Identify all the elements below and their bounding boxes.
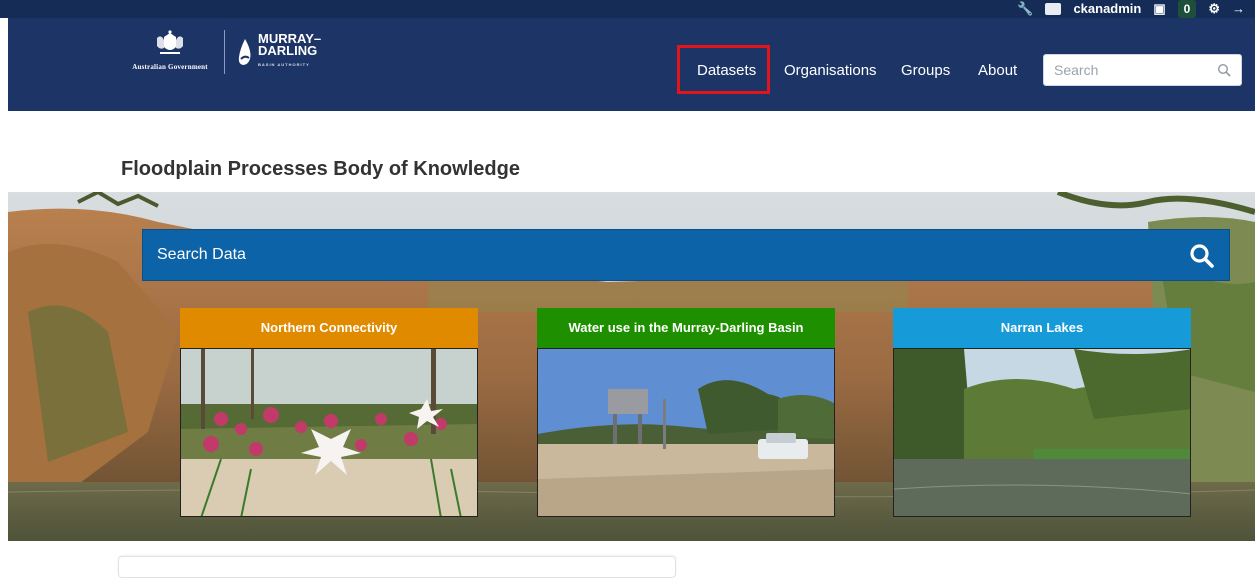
gov-logo-text: Australian Government — [132, 63, 208, 71]
card-title[interactable]: Northern Connectivity — [180, 308, 478, 348]
card-title[interactable]: Water use in the Murray-Darling Basin — [537, 308, 835, 348]
avatar[interactable] — [1045, 3, 1062, 15]
australian-government-logo[interactable]: Australian Government — [120, 30, 220, 74]
logout-icon[interactable]: → — [1232, 0, 1245, 18]
mdba-logo[interactable]: MURRAY– DARLING BASIN AUTHORITY — [236, 32, 321, 72]
search-data-bar[interactable]: Search Data — [142, 229, 1230, 281]
lake-photo — [894, 349, 1190, 516]
header-search-input[interactable] — [1044, 55, 1224, 85]
mdba-line2: DARLING — [258, 43, 318, 58]
logo-divider — [224, 30, 225, 74]
card-water-use[interactable]: Water use in the Murray-Darling Basin — [537, 308, 835, 518]
header-search — [1043, 54, 1242, 86]
nav-groups[interactable]: Groups — [901, 62, 950, 79]
card-narran-lakes[interactable]: Narran Lakes — [893, 308, 1191, 518]
search-icon[interactable] — [1189, 243, 1215, 269]
username-link[interactable]: ckanadmin — [1073, 0, 1141, 18]
nav-datasets[interactable]: Datasets — [697, 62, 756, 79]
page-title: Floodplain Processes Body of Knowledge — [121, 158, 520, 180]
mdba-logo-text: MURRAY– DARLING BASIN AUTHORITY — [258, 32, 321, 71]
content-panel — [118, 556, 676, 578]
card-image[interactable] — [537, 348, 835, 517]
search-icon[interactable] — [1217, 63, 1231, 77]
card-image[interactable] — [893, 348, 1191, 517]
card-title[interactable]: Narran Lakes — [893, 308, 1191, 348]
card-northern-connectivity[interactable]: Northern Connectivity — [180, 308, 478, 518]
wrench-icon[interactable]: 🔧 — [1017, 0, 1033, 18]
nav-about[interactable]: About — [978, 62, 1017, 79]
nav-organisations[interactable]: Organisations — [784, 62, 877, 79]
account-menu: 🔧 ckanadmin ▣ 0 ⚙ → — [1017, 0, 1255, 18]
gear-icon[interactable]: ⚙ — [1208, 0, 1220, 18]
coat-of-arms-icon — [157, 30, 183, 54]
account-bar: 🔧 ckanadmin ▣ 0 ⚙ → — [0, 0, 1255, 18]
search-data-label: Search Data — [157, 246, 246, 263]
dashboard-icon[interactable]: ▣ — [1153, 0, 1165, 18]
card-image[interactable] — [180, 348, 478, 517]
dashboard-count-badge[interactable]: 0 — [1177, 0, 1197, 18]
flowers-photo — [181, 349, 477, 516]
mdba-subtitle: BASIN AUTHORITY — [258, 62, 310, 67]
water-tower-photo — [538, 349, 834, 516]
water-drop-icon — [238, 39, 251, 65]
